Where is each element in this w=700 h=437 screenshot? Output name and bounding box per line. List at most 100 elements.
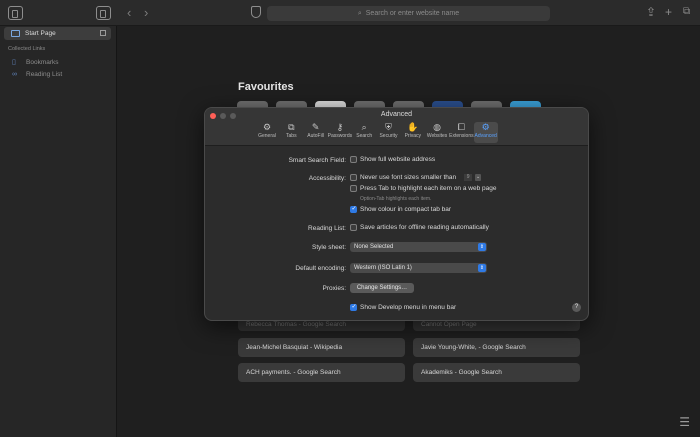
sidebar-item-label: Reading List [26,71,63,78]
help-button[interactable]: ? [572,303,581,312]
tab-label: Extensions [449,133,474,139]
sidebar: Start Page Collected Links ▯ Bookmarks ∞… [0,26,117,437]
card-label: Jean-Michel Basquiat - Wikipedia [246,344,343,351]
tab-label: Privacy [404,133,421,139]
book-icon: ▯ [12,59,16,66]
lock-icon: ⛨ [385,122,392,132]
option-label: Show Develop menu in menu bar [360,304,457,311]
tab-label: Advanced [474,133,497,139]
dialog-header: Advanced ⚙ General ⧉ Tabs ✎ AutoFill ⚷ Passw… [205,108,588,146]
pencil-icon: ✎ [311,122,320,132]
frequent-card[interactable]: Jean-Michel Basquiat - Wikipedia [238,338,405,357]
search-icon: ⌕ [361,122,367,132]
forward-arrow-icon[interactable]: › [144,5,148,20]
option-label: Press Tab to highlight each item on a we… [360,185,497,192]
font-size-stepper-icon[interactable]: ⌄ [475,174,482,181]
smart-search-label: Smart Search Field: [288,157,346,164]
show-colour-checkbox[interactable] [350,205,357,213]
address-bar[interactable]: ⌕ Search or enter website name [267,6,550,21]
card-label: Cannot Open Page [421,320,477,328]
chevron-updown-icon: ⇕ [478,243,486,251]
accessibility-label: Accessibility: [308,175,346,182]
sliders-icon[interactable]: ☰ [679,415,690,429]
show-develop-option[interactable]: Show Develop menu in menu bar [350,303,457,311]
key-icon: ⚷ [336,122,344,132]
share-icon[interactable]: ⇪ [646,5,656,19]
frequent-card[interactable]: Akademiks - Google Search [413,363,580,382]
tab-label: Tabs [286,133,297,139]
frequent-card[interactable]: Javie Young-White, - Google Search [413,338,580,357]
tab-websites[interactable]: ◍ Websites [425,122,449,143]
tab-label: Security [379,133,398,139]
option-label: Show full website address [360,156,436,163]
min-font-size-checkbox[interactable] [350,174,357,181]
tab-extensions[interactable]: ⧠ Extensions [449,122,473,143]
back-arrow-icon[interactable]: ‹ [127,5,131,20]
min-font-size-option[interactable]: Never use font sizes smaller than 9 ⌄ [350,174,482,181]
dialog-title: Advanced [380,111,413,118]
proxies-label: Proxies: [322,285,346,292]
card-label: ACH payments. - Google Search [246,369,341,376]
browser-toolbar: ‹ › ⌕ Search or enter website name ⇪ + ⧉ [0,0,700,26]
tab-tabs[interactable]: ⧉ Tabs [279,122,303,143]
tab-overview-icon[interactable] [96,6,111,20]
puzzle-icon: ⧠ [457,122,465,132]
gears-icon: ⚙ [481,122,490,132]
privacy-shield-icon[interactable] [251,6,261,18]
grid-icon[interactable] [100,30,106,36]
tab-label: Search [356,133,373,139]
tab-label: Passwords [327,133,353,139]
save-articles-option[interactable]: Save articles for offline reading automa… [350,224,489,231]
search-icon: ⌕ [357,9,362,17]
favourites-title: Favourites [238,81,294,93]
press-tab-checkbox[interactable] [350,185,357,192]
tabs-grid-icon[interactable]: ⧉ [683,6,690,17]
font-size-select[interactable]: 9 [464,174,473,181]
glasses-icon: ∞ [12,71,17,78]
show-develop-checkbox[interactable] [350,303,357,311]
tab-security[interactable]: ⛨ Security [376,122,400,143]
new-tab-icon[interactable]: + [665,5,672,19]
option-tab-hint: Option-Tab highlights each item. [360,196,432,202]
show-colour-option[interactable]: Show colour in compact tab bar [350,205,451,213]
tab-autofill[interactable]: ✎ AutoFill [304,122,328,143]
card-label: Rebecca Thomas - Google Search [246,320,346,328]
tab-label: Websites [426,133,448,139]
sidebar-item-bookmarks[interactable]: ▯ Bookmarks [12,58,59,67]
tab-privacy[interactable]: ✋ Privacy [401,122,425,143]
hand-icon: ✋ [407,122,419,132]
select-value: None Selected [354,244,394,250]
show-full-address-checkbox[interactable] [350,156,357,163]
option-label: Save articles for offline reading automa… [360,224,489,231]
start-page-icon [11,30,20,37]
tab-passwords[interactable]: ⚷ Passwords [328,122,352,143]
globe-icon: ◍ [433,122,441,132]
tab-general[interactable]: ⚙ General [255,122,279,143]
style-sheet-label: Style sheet: [312,244,346,251]
card-label: Akademiks - Google Search [421,369,502,376]
tabs-icon: ⧉ [288,122,295,132]
sidebar-section-title: Collected Links [8,46,46,52]
preference-tabs: ⚙ General ⧉ Tabs ✎ AutoFill ⚷ Passwords ⌕ Sea… [255,122,498,143]
style-sheet-select[interactable]: None Selected ⇕ [350,242,487,252]
tab-advanced[interactable]: ⚙ Advanced [473,122,498,143]
frequent-card[interactable]: ACH payments. - Google Search [238,363,405,382]
tab-label: AutoFill [307,133,324,139]
tab-label: General [258,133,276,139]
save-articles-checkbox[interactable] [350,224,357,231]
sidebar-item-label: Bookmarks [26,58,59,66]
change-settings-button[interactable]: Change Settings… [350,283,414,293]
gear-icon: ⚙ [262,122,272,132]
reading-list-label: Reading List: [308,225,346,232]
show-full-address-option[interactable]: Show full website address [350,156,435,163]
card-label: Javie Young-White, - Google Search [421,344,526,351]
sidebar-item-start-page[interactable]: Start Page [4,27,111,40]
press-tab-option[interactable]: Press Tab to highlight each item on a we… [350,185,496,192]
default-encoding-label: Default encoding: [295,265,346,272]
sidebar-item-label: Start Page [25,30,56,37]
tab-search[interactable]: ⌕ Search [352,122,376,143]
preferences-dialog: Advanced ⚙ General ⧉ Tabs ✎ AutoFill ⚷ Passw… [204,107,589,321]
sidebar-item-reading-list[interactable]: ∞ Reading List [12,71,62,78]
sidebar-toggle-icon[interactable] [8,6,23,20]
default-encoding-select[interactable]: Western (ISO Latin 1) ⇕ [350,263,487,273]
